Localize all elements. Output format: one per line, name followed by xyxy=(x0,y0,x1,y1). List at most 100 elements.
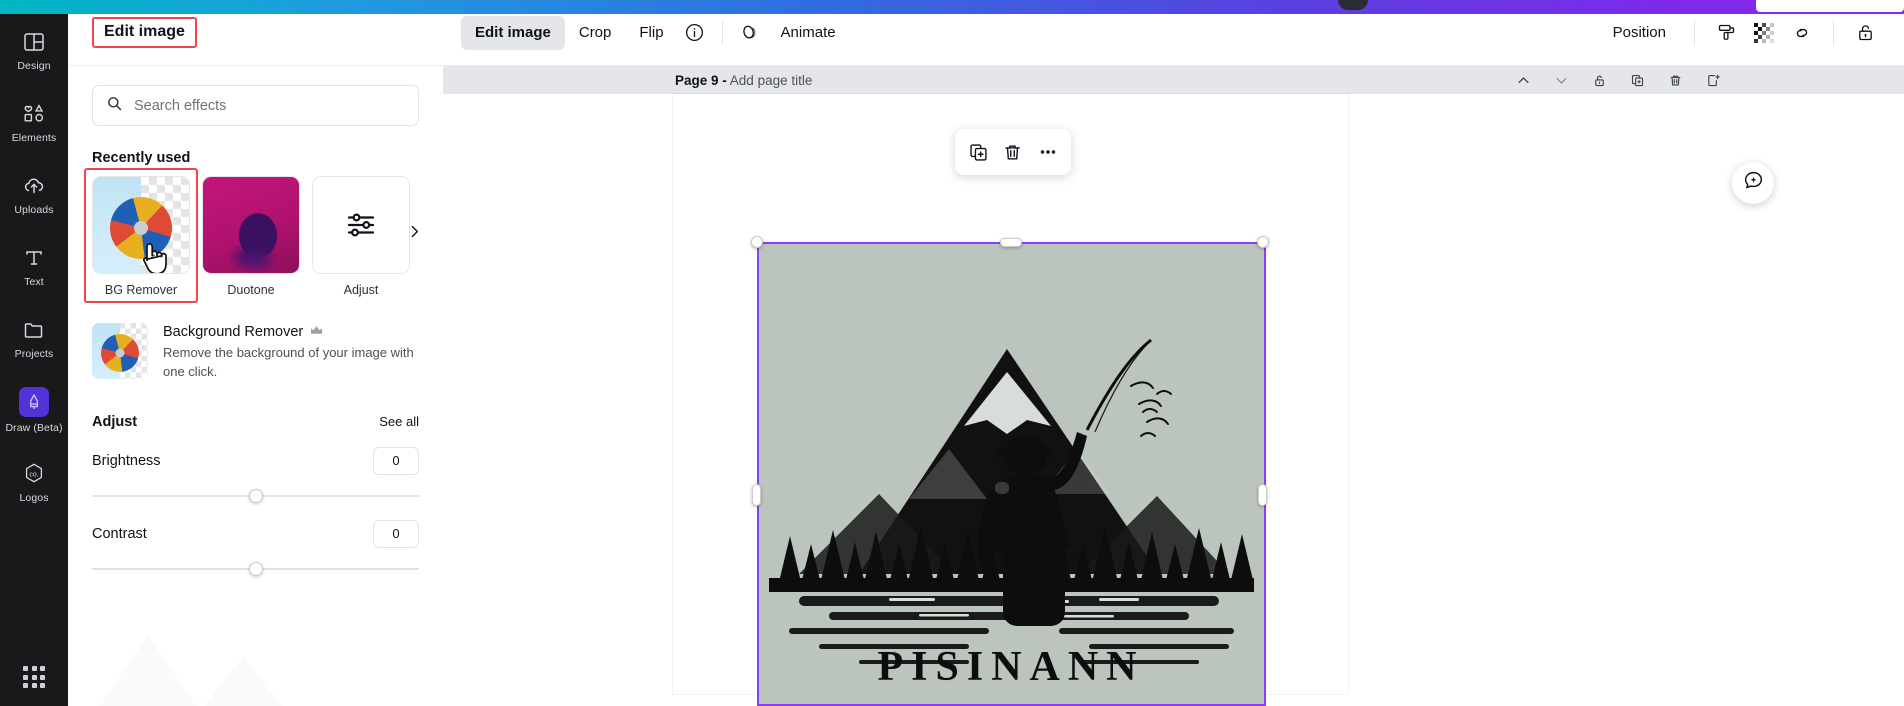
artboard[interactable]: PISINANN xyxy=(673,94,1348,706)
tab-edit-image[interactable]: Edit image xyxy=(461,15,565,50)
slider-handle[interactable] xyxy=(248,561,263,576)
recently-used-list: BG Remover Duotone Adjust xyxy=(84,168,419,303)
add-page-icon[interactable] xyxy=(1704,71,1722,89)
slider-value[interactable]: 0 xyxy=(373,446,419,475)
fishing-illustration: PISINANN xyxy=(759,244,1264,704)
effect-label: Adjust xyxy=(343,283,379,297)
upload-cloud-icon xyxy=(21,173,47,199)
trash-icon[interactable] xyxy=(998,137,1028,167)
page-header: Page 9 - Add page title xyxy=(443,66,1904,94)
avatar[interactable] xyxy=(1338,0,1368,10)
toolbar-divider xyxy=(1833,20,1834,45)
page-title[interactable]: Page 9 - Add page title xyxy=(675,73,812,88)
slider-value[interactable]: 0 xyxy=(373,519,419,548)
svg-text:co.: co. xyxy=(29,471,38,478)
lock-icon[interactable] xyxy=(1590,71,1608,89)
slider-header: Brightness 0 xyxy=(92,446,419,475)
sidebar-item-label: Design xyxy=(17,59,51,72)
effect-thumbnail xyxy=(312,176,410,274)
background-remover-promo[interactable]: Background Remover Remove the background… xyxy=(92,323,419,382)
apps-grid-icon[interactable] xyxy=(0,654,68,700)
sidebar-item-design[interactable]: Design xyxy=(0,14,68,86)
slider-handle[interactable] xyxy=(248,488,263,503)
top-gradient-bar xyxy=(0,0,1904,14)
shapes-icon xyxy=(21,101,47,127)
effect-label: Duotone xyxy=(227,283,275,297)
position-button[interactable]: Position xyxy=(1599,16,1680,50)
sliders-icon xyxy=(313,177,409,273)
paint-roller-icon[interactable] xyxy=(1709,16,1743,50)
duplicate-icon[interactable] xyxy=(963,137,993,167)
effect-duotone[interactable]: Duotone xyxy=(202,176,300,297)
panel-title: Edit image xyxy=(92,17,197,48)
sidebar-item-label: Text xyxy=(24,275,44,288)
checker-grid xyxy=(1754,22,1774,43)
effect-thumbnail xyxy=(202,176,300,274)
animate-icon[interactable] xyxy=(733,16,767,50)
sidebar-item-projects[interactable]: Projects xyxy=(0,302,68,374)
effect-thumbnail xyxy=(92,176,190,274)
page-title-placeholder[interactable]: Add page title xyxy=(730,73,813,88)
toolbar-divider xyxy=(1694,20,1695,45)
slider-track[interactable] xyxy=(92,488,419,503)
resize-handle-top-center[interactable] xyxy=(1000,238,1022,247)
resize-handle-middle-right[interactable] xyxy=(1258,484,1267,506)
see-all-link[interactable]: See all xyxy=(379,414,419,429)
toolbar-right-group: Position xyxy=(1599,16,1882,50)
slider-contrast: Contrast 0 xyxy=(92,519,419,576)
artwork-title: PISINANN xyxy=(877,644,1144,690)
transparency-icon[interactable] xyxy=(1747,16,1781,50)
sidebar-item-label: Draw (Beta) xyxy=(5,421,63,434)
sidebar: Design Elements Uploads Text Projects Dr… xyxy=(0,0,68,706)
element-floating-toolbar xyxy=(955,129,1071,175)
panel-body: Recently used BG Remover xyxy=(68,66,443,706)
lock-icon[interactable] xyxy=(1848,16,1882,50)
pen-icon xyxy=(19,386,49,417)
link-copy-icon[interactable] xyxy=(1785,16,1819,50)
resize-handle-top-right[interactable] xyxy=(1257,236,1269,248)
selected-image-element[interactable]: PISINANN xyxy=(759,244,1264,704)
chevron-up-icon[interactable] xyxy=(1514,71,1532,89)
tab-crop[interactable]: Crop xyxy=(565,16,626,50)
animate-button[interactable]: Animate xyxy=(767,16,850,50)
sidebar-item-draw[interactable]: Draw (Beta) xyxy=(0,374,68,446)
text-t-icon xyxy=(21,245,47,271)
chevron-right-icon[interactable] xyxy=(399,216,429,246)
sidebar-item-elements[interactable]: Elements xyxy=(0,86,68,158)
search-effects-field[interactable] xyxy=(92,85,419,126)
search-input[interactable] xyxy=(134,97,405,114)
sidebar-item-logos[interactable]: co. Logos xyxy=(0,446,68,518)
slider-header: Contrast 0 xyxy=(92,519,419,548)
magic-assistant-icon xyxy=(1742,169,1765,197)
sidebar-item-label: Elements xyxy=(11,131,57,144)
page-number-label: Page 9 - xyxy=(675,72,727,88)
slider-brightness: Brightness 0 xyxy=(92,446,419,503)
info-circle-icon[interactable] xyxy=(678,16,712,50)
sidebar-item-text[interactable]: Text xyxy=(0,230,68,302)
trash-icon[interactable] xyxy=(1666,71,1684,89)
promo-text: Background Remover Remove the background… xyxy=(163,323,415,382)
tab-flip[interactable]: Flip xyxy=(625,16,677,50)
resize-handle-middle-left[interactable] xyxy=(752,484,761,506)
more-options-icon[interactable] xyxy=(1033,137,1063,167)
resize-handle-top-left[interactable] xyxy=(751,236,763,248)
top-right-panel xyxy=(1756,0,1904,12)
page-header-icons xyxy=(1514,71,1892,89)
edit-image-panel: Edit image Recently used xyxy=(68,0,443,706)
magic-assistant-button[interactable] xyxy=(1732,162,1774,204)
slider-track[interactable] xyxy=(92,561,419,576)
slider-label: Brightness xyxy=(92,452,161,469)
folder-icon xyxy=(21,317,47,343)
sidebar-item-label: Logos xyxy=(19,491,49,504)
sidebar-item-uploads[interactable]: Uploads xyxy=(0,158,68,230)
canvas-area[interactable]: Page 9 - Add page title PISINANN xyxy=(443,66,1904,706)
effect-bg-remover[interactable]: BG Remover xyxy=(84,168,198,303)
effect-adjust[interactable]: Adjust xyxy=(312,176,410,297)
promo-title-row: Background Remover xyxy=(163,324,415,340)
app-root: Design Elements Uploads Text Projects Dr… xyxy=(0,0,1904,706)
promo-description: Remove the background of your image with… xyxy=(163,345,414,379)
effect-label: BG Remover xyxy=(104,283,178,297)
chevron-down-icon[interactable] xyxy=(1552,71,1570,89)
portrait-shoulder xyxy=(229,247,287,273)
duplicate-page-icon[interactable] xyxy=(1628,71,1646,89)
